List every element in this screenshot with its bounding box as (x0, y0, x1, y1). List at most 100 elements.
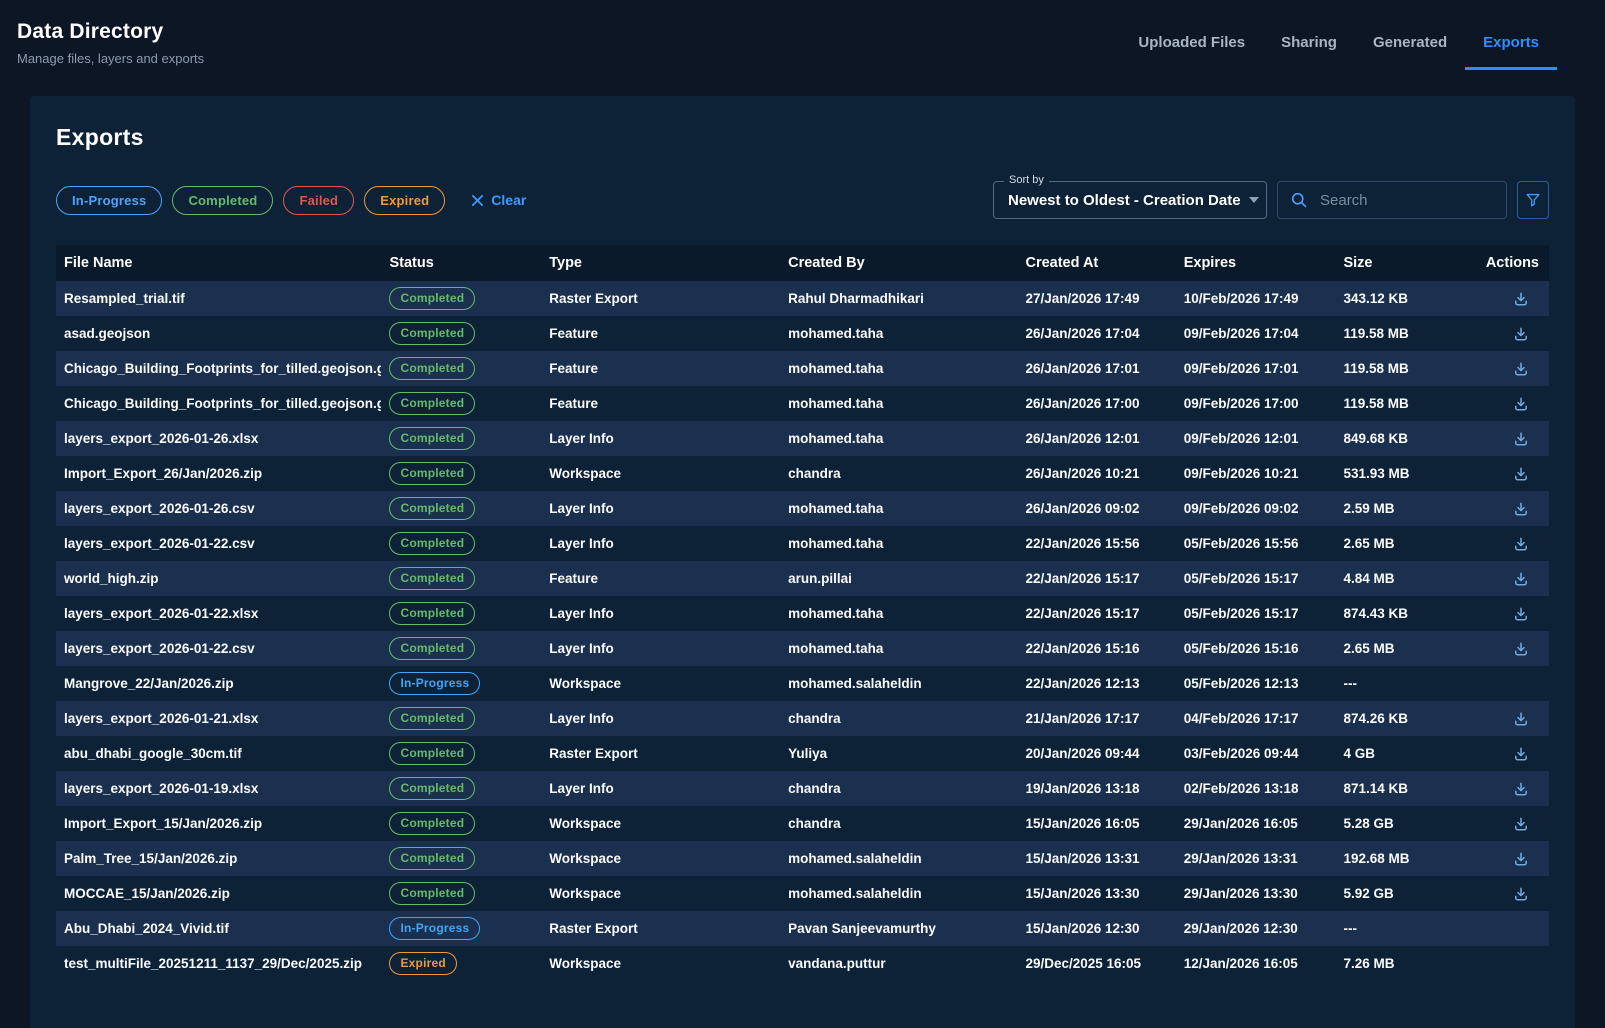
filter-chip-completed[interactable]: Completed (172, 186, 273, 215)
cell-status: In-Progress (381, 672, 541, 695)
toolbar: In-Progress Completed Failed Expired Cle… (56, 181, 1549, 219)
download-icon (1513, 886, 1529, 902)
status-badge: Completed (389, 847, 475, 870)
cell-size: 192.68 MB (1335, 851, 1459, 866)
cell-expires: 09/Feb/2026 17:04 (1176, 326, 1336, 341)
table-row: layers_export_2026-01-22.csv Completed L… (56, 526, 1549, 561)
clear-filters-button[interactable]: Clear (465, 191, 532, 209)
download-icon (1513, 746, 1529, 762)
tab-generated[interactable]: Generated (1355, 28, 1465, 70)
download-icon (1513, 536, 1529, 552)
cell-file-name: asad.geojson (56, 326, 381, 341)
download-button[interactable] (1511, 884, 1531, 904)
cell-created-by: mohamed.taha (780, 431, 1017, 446)
cell-expires: 05/Feb/2026 15:17 (1176, 571, 1336, 586)
download-icon (1513, 291, 1529, 307)
download-button[interactable] (1511, 359, 1531, 379)
cell-type: Feature (541, 396, 780, 411)
cell-created-by: mohamed.taha (780, 361, 1017, 376)
cell-actions (1459, 359, 1549, 379)
cell-type: Layer Info (541, 431, 780, 446)
status-badge: Completed (389, 392, 475, 415)
cell-created-by: Pavan Sanjeevamurthy (780, 921, 1017, 936)
cell-expires: 10/Feb/2026 17:49 (1176, 291, 1336, 306)
cell-created-at: 21/Jan/2026 17:17 (1017, 711, 1175, 726)
cell-status: Completed (381, 637, 541, 660)
status-badge: Completed (389, 742, 475, 765)
tab-uploaded-files[interactable]: Uploaded Files (1120, 28, 1263, 70)
cell-actions (1459, 604, 1549, 624)
download-button[interactable] (1511, 499, 1531, 519)
download-button[interactable] (1511, 744, 1531, 764)
download-icon (1513, 851, 1529, 867)
cell-actions (1459, 499, 1549, 519)
tab-sharing[interactable]: Sharing (1263, 28, 1355, 70)
cell-type: Workspace (541, 851, 780, 866)
cell-type: Workspace (541, 676, 780, 691)
tab-exports[interactable]: Exports (1465, 28, 1557, 70)
sort-dropdown[interactable]: Sort by Newest to Oldest - Creation Date (993, 181, 1267, 219)
download-button[interactable] (1511, 849, 1531, 869)
table-row: MOCCAE_15/Jan/2026.zip Completed Workspa… (56, 876, 1549, 911)
cell-type: Workspace (541, 956, 780, 971)
download-icon (1513, 501, 1529, 517)
download-button[interactable] (1511, 324, 1531, 344)
cell-type: Workspace (541, 886, 780, 901)
table-body: Resampled_trial.tif Completed Raster Exp… (56, 281, 1549, 981)
download-button[interactable] (1511, 534, 1531, 554)
cell-size: 119.58 MB (1335, 396, 1459, 411)
download-button[interactable] (1511, 394, 1531, 414)
download-button[interactable] (1511, 709, 1531, 729)
status-badge: In-Progress (389, 672, 480, 695)
table-row: Palm_Tree_15/Jan/2026.zip Completed Work… (56, 841, 1549, 876)
status-badge: Completed (389, 532, 475, 555)
cell-type: Workspace (541, 466, 780, 481)
cell-expires: 05/Feb/2026 12:13 (1176, 676, 1336, 691)
download-button[interactable] (1511, 569, 1531, 589)
title-block: Data Directory Manage files, layers and … (17, 20, 204, 66)
cell-file-name: layers_export_2026-01-21.xlsx (56, 711, 381, 726)
download-button[interactable] (1511, 639, 1531, 659)
cell-status: Completed (381, 532, 541, 555)
cell-type: Layer Info (541, 781, 780, 796)
search-input[interactable] (1318, 191, 1494, 210)
download-button[interactable] (1511, 429, 1531, 449)
column-header-created-at: Created At (1017, 255, 1175, 271)
clear-label: Clear (491, 192, 526, 208)
cell-status: Completed (381, 707, 541, 730)
cell-status: Completed (381, 882, 541, 905)
filter-button[interactable] (1517, 181, 1549, 219)
exports-panel: Exports In-Progress Completed Failed Exp… (30, 96, 1575, 1028)
download-button[interactable] (1511, 604, 1531, 624)
cell-file-name: layers_export_2026-01-26.csv (56, 501, 381, 516)
cell-size: 4.84 MB (1335, 571, 1459, 586)
cell-size: 531.93 MB (1335, 466, 1459, 481)
download-button[interactable] (1511, 464, 1531, 484)
top-header: Data Directory Manage files, layers and … (0, 0, 1605, 88)
table-row: world_high.zip Completed Feature arun.pi… (56, 561, 1549, 596)
cell-size: 871.14 KB (1335, 781, 1459, 796)
download-button[interactable] (1511, 289, 1531, 309)
download-button[interactable] (1511, 814, 1531, 834)
filter-chip-expired[interactable]: Expired (364, 186, 445, 215)
sort-dropdown-value: Newest to Oldest - Creation Date (1008, 192, 1241, 209)
cell-actions (1459, 814, 1549, 834)
cell-created-by: mohamed.taha (780, 536, 1017, 551)
cell-actions (1459, 289, 1549, 309)
filter-chip-failed[interactable]: Failed (283, 186, 354, 215)
cell-file-name: Abu_Dhabi_2024_Vivid.tif (56, 921, 381, 936)
cell-file-name: MOCCAE_15/Jan/2026.zip (56, 886, 381, 901)
panel-title: Exports (56, 124, 1549, 151)
sort-dropdown-label: Sort by (1004, 174, 1049, 186)
cell-size: 119.58 MB (1335, 361, 1459, 376)
download-icon (1513, 641, 1529, 657)
status-badge: Completed (389, 427, 475, 450)
top-nav: Uploaded Files Sharing Generated Exports (1120, 28, 1557, 70)
column-header-status: Status (381, 255, 541, 271)
cell-actions (1459, 884, 1549, 904)
cell-created-by: Rahul Dharmadhikari (780, 291, 1017, 306)
cell-expires: 05/Feb/2026 15:56 (1176, 536, 1336, 551)
filter-chip-in-progress[interactable]: In-Progress (56, 186, 162, 215)
table-row: Chicago_Building_Footprints_for_tilled.g… (56, 386, 1549, 421)
download-button[interactable] (1511, 779, 1531, 799)
